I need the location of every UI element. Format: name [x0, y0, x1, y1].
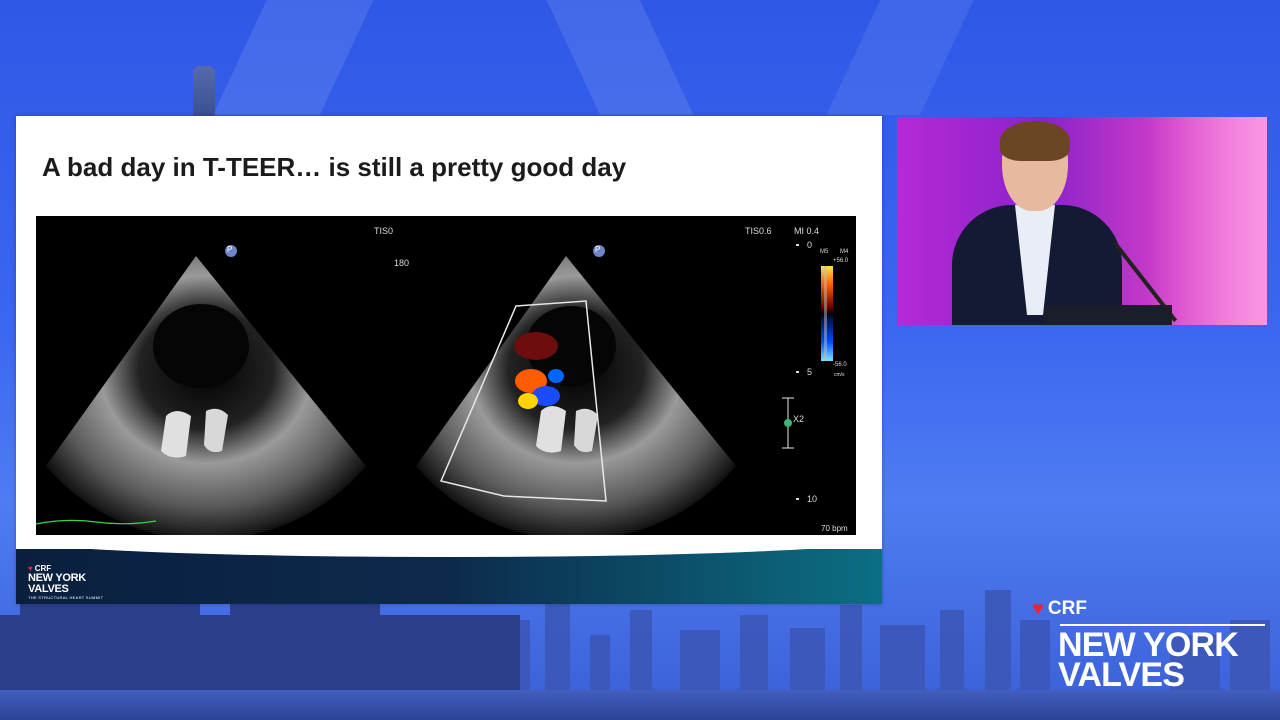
scale-top-label: +56.0 — [833, 258, 849, 264]
water — [0, 690, 1280, 720]
statue-silhouette — [193, 66, 215, 116]
mini-logo-line2: VALVES — [28, 583, 69, 595]
brand-line2: VALVES — [1058, 656, 1185, 694]
heart-icon: ♥ — [1032, 598, 1044, 620]
m4-label: M4 — [840, 249, 849, 255]
presentation-slide: A bad day in T-TEER… is still a pretty g… — [16, 116, 882, 604]
depth-10-label: 10 — [807, 494, 818, 504]
speaker-video-feed — [897, 117, 1267, 325]
footer-curve — [16, 535, 882, 557]
heart-rate-label: 70 bpm — [821, 524, 848, 533]
depth-5-label: 5 — [807, 367, 813, 377]
brand-crf-text: CRF — [1047, 598, 1087, 619]
m5-label: M5 — [820, 249, 829, 255]
probe-marker-left: P — [227, 245, 233, 254]
probe-marker-right: P — [595, 245, 601, 254]
angle-label: 180 — [394, 258, 410, 268]
background-stripes — [0, 0, 1280, 115]
zoom-label: X2 — [793, 414, 805, 424]
speaker-hair — [1000, 121, 1070, 161]
echo-scan-graphic — [36, 244, 833, 540]
slide-title: A bad day in T-TEER… is still a pretty g… — [42, 152, 627, 182]
slide-footer: ♥ CRF NEW YORK VALVES THE STRUCTURAL HEA… — [16, 535, 882, 604]
conference-logo: ♥ CRF NEW YORK VALVES — [1032, 598, 1265, 694]
tis-left-label: TIS0 — [374, 226, 394, 236]
mi-label: MI 0.4 — [794, 226, 820, 236]
podium — [1044, 305, 1172, 325]
slide-footer-logo: ♥ CRF NEW YORK VALVES THE STRUCTURAL HEA… — [28, 564, 103, 600]
tis-right-label: TIS0.6 — [745, 226, 772, 236]
scale-unit-label: cm/s — [834, 372, 845, 378]
echocardiogram-image: TIS0 180 TIS0.6 MI 0.4 0 5 10 M5 M4 +56.… — [36, 216, 856, 541]
depth-0-label: 0 — [807, 240, 813, 250]
mini-logo-subtitle: THE STRUCTURAL HEART SUMMIT — [28, 595, 104, 600]
scale-bottom-label: -56.0 — [833, 362, 847, 368]
stage-light — [1147, 117, 1267, 325]
